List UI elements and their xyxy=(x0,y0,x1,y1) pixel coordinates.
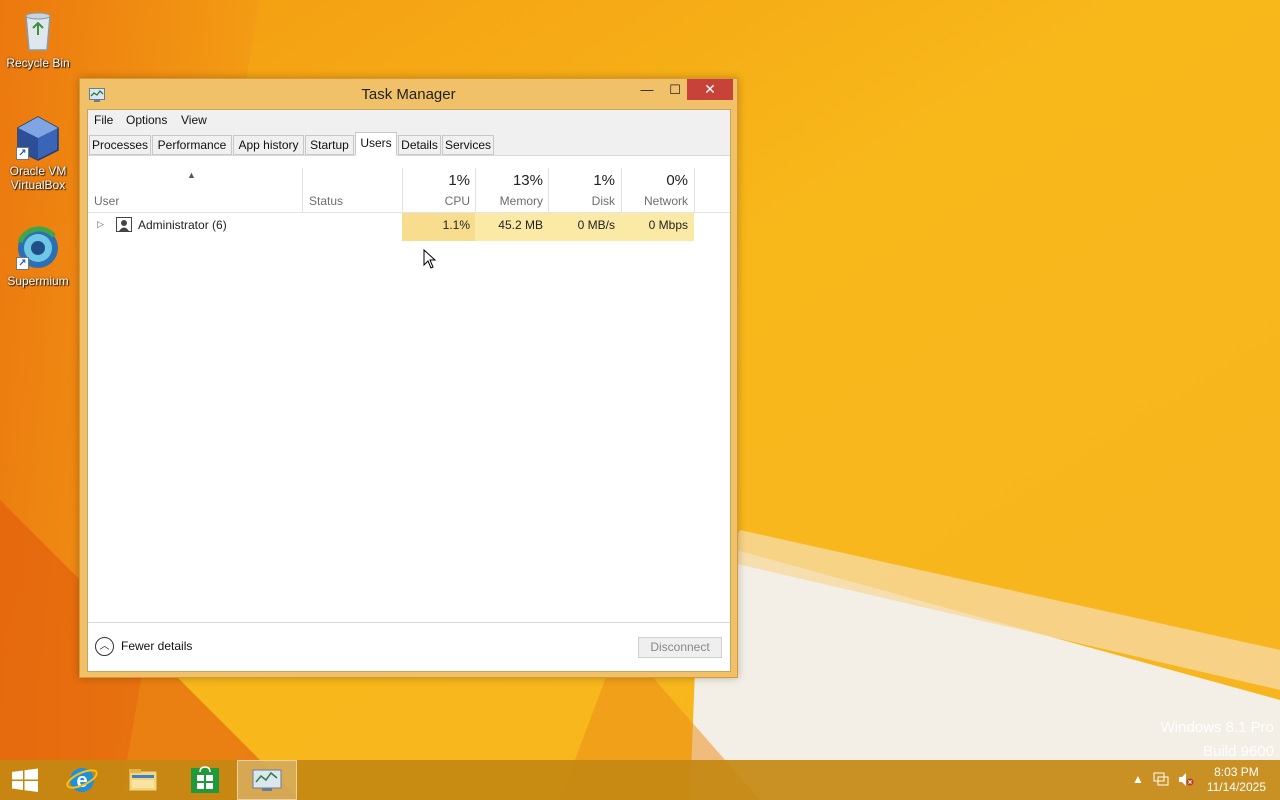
tab-details[interactable]: Details xyxy=(398,135,441,155)
supermium-label: Supermium xyxy=(7,274,69,288)
column-header-disk[interactable]: Disk xyxy=(551,194,615,208)
supermium-icon: ↗ xyxy=(14,224,62,272)
recycle-bin-label: Recycle Bin xyxy=(6,56,70,70)
show-hidden-icons-icon[interactable]: ▲ xyxy=(1132,772,1144,786)
recycle-bin-icon xyxy=(14,6,62,54)
column-divider xyxy=(302,168,303,212)
tab-services[interactable]: Services xyxy=(442,135,494,155)
store-button[interactable] xyxy=(175,760,235,800)
column-header-cpu[interactable]: CPU xyxy=(406,194,470,208)
menu-options[interactable]: Options xyxy=(126,113,167,127)
shortcut-arrow-icon: ↗ xyxy=(16,147,29,160)
shortcut-arrow-icon: ↗ xyxy=(16,257,29,270)
expand-arrow-icon[interactable]: ▷ xyxy=(97,219,104,230)
watermark-edition: Windows 8.1 Pro xyxy=(1160,719,1274,736)
minimize-button[interactable]: — xyxy=(633,79,661,100)
maximize-button[interactable]: ☐ xyxy=(661,79,689,100)
clock-time: 8:03 PM xyxy=(1214,765,1259,779)
store-icon xyxy=(191,766,219,793)
file-explorer-icon xyxy=(128,769,158,792)
disconnect-button[interactable]: Disconnect xyxy=(638,637,722,658)
windows-watermark: Windows 8.1 Pro Build 9600 xyxy=(1161,716,1274,764)
tab-performance[interactable]: Performance xyxy=(152,135,232,155)
column-divider xyxy=(402,168,403,212)
virtualbox-icon: ↗ xyxy=(14,114,62,162)
windows-logo-icon xyxy=(12,768,38,792)
user-network-cell: 0 Mbps xyxy=(648,218,688,232)
column-divider xyxy=(694,168,695,212)
column-header-network[interactable]: Network xyxy=(624,194,688,208)
taskbar: e ▲ 8:03 PM 11/14/2025 xyxy=(0,760,1280,800)
user-name-cell[interactable]: Administrator (6) xyxy=(138,218,227,232)
tab-processes[interactable]: Processes xyxy=(89,135,151,155)
desktop-icon-supermium[interactable]: ↗ Supermium xyxy=(0,224,76,288)
chevron-up-icon: ︿ xyxy=(95,637,114,656)
user-cpu-cell: 1.1% xyxy=(442,218,470,232)
user-icon xyxy=(116,217,132,232)
tab-users[interactable]: Users xyxy=(355,132,397,156)
start-button[interactable] xyxy=(0,760,50,800)
internet-explorer-icon: e xyxy=(66,768,98,792)
disk-total-percent[interactable]: 1% xyxy=(551,172,615,189)
memory-total-percent[interactable]: 13% xyxy=(478,172,543,189)
network-icon[interactable] xyxy=(1153,772,1169,787)
tab-bar: Processes Performance App history Startu… xyxy=(88,130,730,156)
column-header-status[interactable]: Status xyxy=(309,194,343,208)
column-divider xyxy=(621,168,622,212)
menu-file[interactable]: File xyxy=(94,113,113,127)
menu-bar: File Options View xyxy=(88,110,730,130)
task-manager-icon xyxy=(252,769,282,791)
volume-muted-icon[interactable] xyxy=(1178,772,1194,787)
window-client-area: File Options View Processes Performance … xyxy=(87,109,731,672)
taskbar-clock[interactable]: 8:03 PM 11/14/2025 xyxy=(1207,765,1266,795)
window-titlebar[interactable]: Task Manager — ☐ ✕ xyxy=(80,79,737,109)
close-button[interactable]: ✕ xyxy=(687,79,733,100)
task-manager-taskbar-button[interactable] xyxy=(237,760,297,800)
column-header-user[interactable]: User xyxy=(94,194,119,208)
fewer-details-label: Fewer details xyxy=(121,639,193,653)
tab-startup[interactable]: Startup xyxy=(305,135,354,155)
virtualbox-label-line1: Oracle VM xyxy=(9,164,67,178)
clock-date: 11/14/2025 xyxy=(1206,780,1266,794)
sort-ascending-icon: ▲ xyxy=(187,170,196,180)
column-divider xyxy=(548,168,549,212)
column-divider xyxy=(475,168,476,212)
network-total-percent[interactable]: 0% xyxy=(624,172,688,189)
tab-app-history[interactable]: App history xyxy=(233,135,304,155)
internet-explorer-button[interactable]: e xyxy=(52,760,112,800)
mouse-cursor-icon xyxy=(423,249,437,269)
menu-view[interactable]: View xyxy=(181,113,207,127)
user-disk-cell: 0 MB/s xyxy=(577,218,615,232)
task-manager-window[interactable]: Task Manager — ☐ ✕ File Options View Pro… xyxy=(79,78,738,678)
desktop-icon-virtualbox[interactable]: ↗ Oracle VM VirtualBox xyxy=(0,114,76,192)
cpu-total-percent[interactable]: 1% xyxy=(406,172,470,189)
column-header-memory[interactable]: Memory xyxy=(478,194,543,208)
file-explorer-button[interactable] xyxy=(113,760,173,800)
desktop-icon-recycle-bin[interactable]: Recycle Bin xyxy=(0,6,76,70)
user-memory-cell: 45.2 MB xyxy=(498,218,543,232)
virtualbox-label-line2: VirtualBox xyxy=(10,178,66,192)
footer-divider xyxy=(88,622,730,623)
